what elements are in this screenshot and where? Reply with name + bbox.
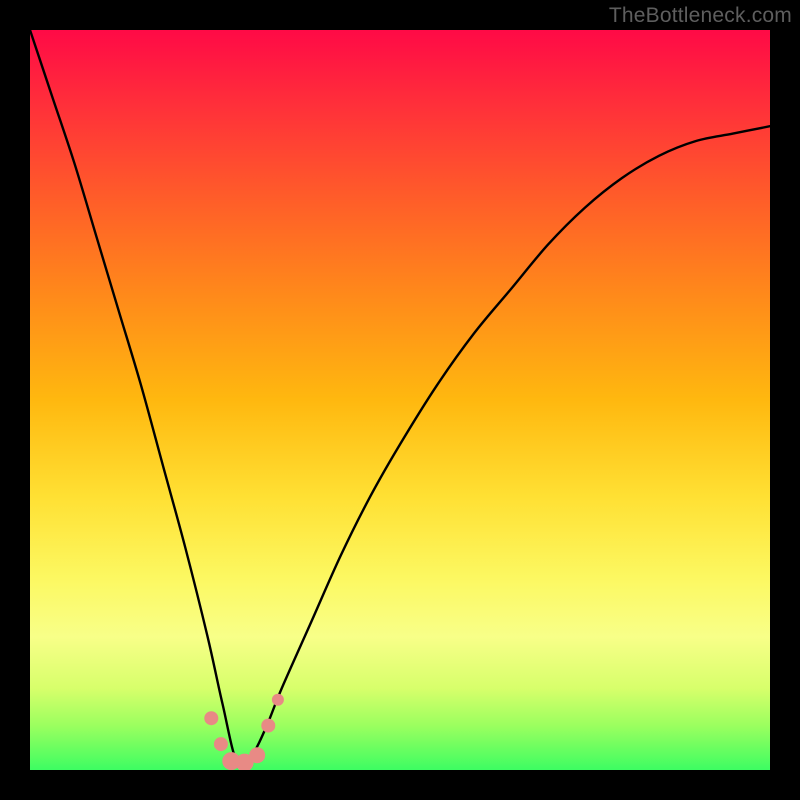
chart-frame: TheBottleneck.com xyxy=(0,0,800,800)
curve-marker xyxy=(204,711,218,725)
curve-marker xyxy=(214,737,228,751)
curve-svg xyxy=(30,30,770,770)
bottleneck-curve xyxy=(30,30,770,766)
curve-markers xyxy=(204,694,284,770)
watermark-text: TheBottleneck.com xyxy=(609,4,792,28)
plot-area xyxy=(30,30,770,770)
curve-marker xyxy=(272,694,284,706)
curve-marker xyxy=(249,747,265,763)
curve-marker xyxy=(261,719,275,733)
